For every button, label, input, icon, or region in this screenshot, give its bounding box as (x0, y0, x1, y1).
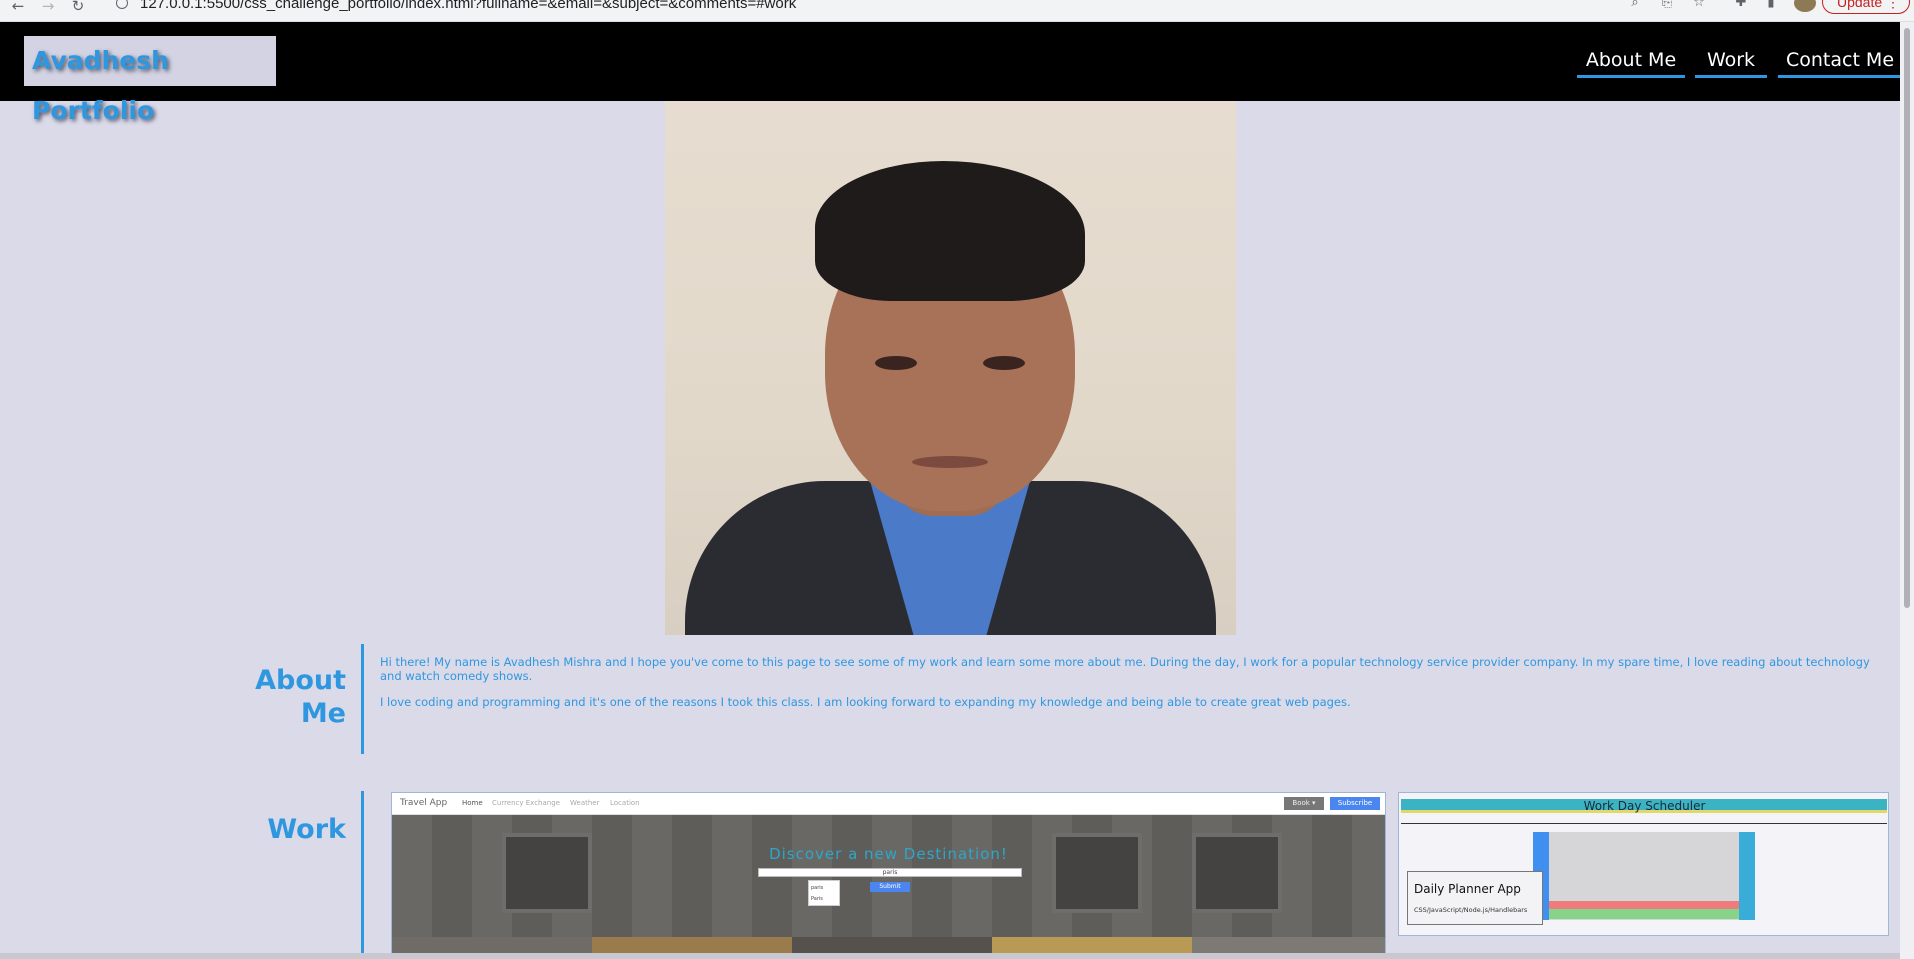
nav-link-contact-me[interactable]: Contact Me (1778, 48, 1902, 78)
url-text[interactable]: 127.0.0.1:5500/css_challenge_portfolio/i… (140, 0, 796, 12)
site-header: Avadhesh Portfolio About Me Work Contact… (0, 22, 1902, 125)
travel-app-submit-button: Submit (870, 882, 910, 892)
travel-app-navbar: Travel App Home Currency Exchange Weathe… (392, 793, 1385, 815)
portrait-mouth (912, 456, 988, 468)
travel-app-brand: Travel App (400, 798, 448, 808)
browser-toolbar: ← → ↻ 127.0.0.1:5500/css_challenge_portf… (0, 0, 1914, 22)
dropdown-option: paris (811, 885, 824, 891)
about-paragraph-2: I love coding and programming and it's o… (380, 695, 1351, 709)
travel-app-nav-weather: Weather (570, 799, 600, 807)
zoom-icon[interactable]: ⌕ (1628, 0, 1642, 10)
work-heading: Work (267, 814, 346, 845)
forward-icon[interactable]: → (38, 0, 58, 14)
nav-link-work[interactable]: Work (1695, 48, 1767, 78)
travel-app-heading: Discover a new Destination! (769, 845, 1008, 863)
travel-app-book-button: Book ▾ (1284, 797, 1324, 810)
travel-app-nav-location: Location (610, 799, 640, 807)
work-divider (361, 791, 364, 959)
star-icon[interactable]: ☆ (1692, 0, 1706, 10)
travel-app-card[interactable]: Travel App Home Currency Exchange Weathe… (391, 792, 1386, 959)
reload-icon[interactable]: ↻ (68, 0, 88, 14)
travel-app-dropdown: paris Paris (808, 880, 840, 906)
vertical-scrollbar-thumb[interactable] (1904, 28, 1910, 608)
back-icon[interactable]: ← (8, 0, 28, 14)
dropdown-option: Paris (811, 896, 823, 902)
daily-planner-card[interactable]: Work Day Scheduler Daily Planner App CSS… (1398, 792, 1889, 936)
travel-app-nav-home: Home (462, 799, 483, 807)
update-button[interactable]: Update ⋮ (1822, 0, 1910, 14)
travel-app-nav-currency: Currency Exchange (492, 799, 560, 807)
extensions-icon[interactable]: ✚ (1734, 0, 1748, 10)
daily-planner-tech: CSS/JavaScript/Node.js/Handlebars (1414, 906, 1528, 914)
planner-present-block (1549, 901, 1739, 909)
about-heading: About Me (255, 665, 346, 729)
planner-screenshot-title: Work Day Scheduler (1583, 799, 1706, 813)
nav-link-about-me[interactable]: About Me (1577, 48, 1685, 78)
planner-divider (1401, 823, 1887, 824)
portrait-right-eye (983, 356, 1025, 370)
travel-app-subscribe-button: Subscribe (1330, 797, 1380, 810)
planner-future-block (1549, 909, 1739, 919)
about-divider (361, 644, 364, 754)
travel-app-search-input: paris (758, 868, 1022, 877)
portrait-left-eye (875, 356, 917, 370)
daily-planner-label[interactable]: Daily Planner App CSS/JavaScript/Node.js… (1407, 871, 1543, 925)
profile-avatar[interactable] (1794, 0, 1816, 12)
update-label: Update (1837, 0, 1883, 10)
menu-icon[interactable]: ⋮ (1886, 0, 1900, 10)
site-logo[interactable]: Avadhesh Portfolio (24, 36, 276, 125)
about-paragraph-1: Hi there! My name is Avadhesh Mishra and… (380, 655, 1870, 683)
sidebar-icon[interactable]: ▮ (1764, 0, 1778, 10)
daily-planner-title: Daily Planner App (1414, 882, 1521, 896)
horizontal-scrollbar[interactable] (0, 953, 1900, 959)
hero-portrait-image (665, 101, 1236, 635)
portrait-hair (815, 161, 1085, 301)
share-icon[interactable]: ⎘ (1660, 0, 1674, 10)
